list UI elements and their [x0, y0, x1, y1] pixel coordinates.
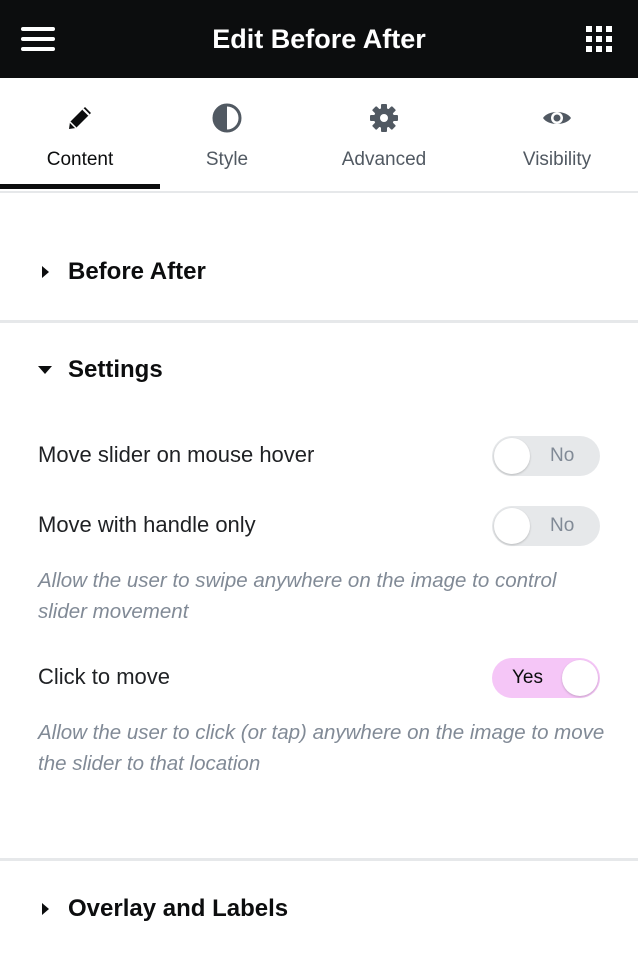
- click-to-move-description: Allow the user to click (or tap) anywher…: [38, 721, 605, 775]
- handle-only-toggle-value: No: [550, 515, 575, 536]
- tab-visibility[interactable]: Visibility: [476, 78, 638, 193]
- half-circle-contrast-icon: [212, 103, 242, 133]
- toggle-knob: [562, 660, 598, 696]
- section-divider: [0, 858, 638, 861]
- section-overlay-labels[interactable]: Overlay and Labels: [0, 879, 638, 939]
- click-to-move-toggle-value: Yes: [512, 667, 543, 688]
- section-overlay-labels-label: Overlay and Labels: [68, 895, 289, 922]
- tab-content-label: Content: [46, 149, 114, 170]
- panel-title: Edit Before After: [212, 24, 426, 54]
- tab-advanced[interactable]: Advanced: [306, 78, 462, 193]
- hover-control-label: Move slider on mouse hover: [38, 442, 315, 467]
- tab-style-label: Style: [205, 149, 249, 170]
- panel-tabs: Content Style Advanced Visibility: [0, 78, 638, 193]
- section-before-after[interactable]: Before After: [0, 242, 638, 302]
- handle-control-label: Move with handle only: [38, 512, 256, 537]
- click-to-move-toggle[interactable]: Yes: [492, 658, 600, 698]
- handle-only-description: Allow the user to swipe anywhere on the …: [38, 569, 557, 623]
- active-tab-indicator: [0, 184, 160, 189]
- caret-right-icon: [42, 266, 49, 278]
- tab-content[interactable]: Content: [0, 78, 160, 193]
- section-settings[interactable]: Settings: [0, 340, 638, 400]
- tab-advanced-label: Advanced: [341, 149, 427, 170]
- section-divider: [0, 320, 638, 323]
- toggle-knob: [494, 508, 530, 544]
- hover-toggle[interactable]: No: [492, 436, 600, 476]
- editor-header: Edit Before After: [0, 0, 638, 78]
- section-settings-label: Settings: [68, 356, 163, 383]
- hover-toggle-value: No: [550, 445, 575, 466]
- caret-down-icon: [38, 366, 52, 374]
- tab-style[interactable]: Style: [148, 78, 306, 193]
- tab-visibility-label: Visibility: [522, 149, 592, 170]
- click-control-label: Click to move: [38, 664, 171, 689]
- grid-apps-icon[interactable]: [586, 26, 614, 52]
- caret-right-icon: [42, 903, 49, 915]
- pencil-icon: [69, 107, 91, 129]
- handle-only-toggle[interactable]: No: [492, 506, 600, 546]
- section-before-after-label: Before After: [68, 258, 206, 285]
- gear-icon: [370, 104, 398, 132]
- eye-icon: [543, 112, 571, 124]
- toggle-knob: [494, 438, 530, 474]
